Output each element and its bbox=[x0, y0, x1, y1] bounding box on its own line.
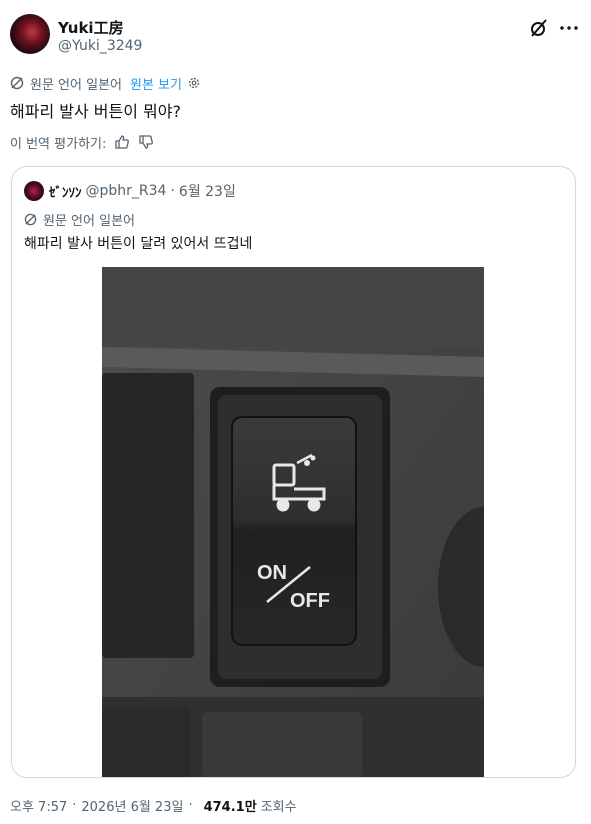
grok-icon[interactable] bbox=[529, 18, 549, 38]
quoted-translation-label: 원문 언어 일본어 bbox=[43, 213, 135, 229]
separator-dot: · bbox=[170, 183, 175, 199]
button-on-label: ON bbox=[257, 562, 287, 584]
separator-dot: · bbox=[72, 798, 77, 813]
rate-translation: 이 번역 평가하기: bbox=[10, 132, 154, 152]
switch-photo[interactable]: ON OFF bbox=[102, 267, 484, 778]
thumbs-down-icon[interactable] bbox=[138, 134, 154, 150]
tweet-footer: 오후 7:57 · 2026년 6월 23일 · 474.1만 조회수 bbox=[10, 796, 297, 815]
more-icon[interactable] bbox=[559, 18, 579, 38]
gear-icon[interactable] bbox=[187, 76, 201, 90]
author-handle[interactable]: @Yuki_3249 bbox=[58, 38, 142, 54]
quoted-translation-info: 원문 언어 일본어 bbox=[24, 210, 135, 229]
translate-icon bbox=[24, 213, 37, 225]
author-avatar[interactable] bbox=[10, 14, 50, 54]
rate-translation-label: 이 번역 평가하기: bbox=[10, 136, 107, 152]
quoted-author-avatar bbox=[24, 181, 44, 201]
views-label: 조회수 bbox=[260, 800, 297, 815]
views-count: 474.1만 bbox=[203, 800, 257, 815]
post-time[interactable]: 오후 7:57 bbox=[10, 796, 67, 815]
quoted-tweet-text: 해파리 발사 버튼이 달려 있어서 뜨겁네 bbox=[24, 236, 253, 252]
tweet-header: Yuki工房 @Yuki_3249 bbox=[10, 14, 581, 58]
translate-icon bbox=[10, 76, 24, 90]
quoted-tweet-header: ｾﾞﾝｿﾝ @pbhr_R34 · 6월 23일 bbox=[24, 180, 236, 202]
button-off-label: OFF bbox=[290, 590, 330, 612]
translation-language-label: 원문 언어 일본어 bbox=[30, 77, 122, 93]
quoted-author-handle: @pbhr_R34 bbox=[85, 183, 167, 199]
show-original-link[interactable]: 원본 보기 bbox=[130, 74, 182, 93]
translation-info: 원문 언어 일본어 원본 보기 bbox=[10, 73, 201, 93]
quoted-tweet[interactable]: ｾﾞﾝｿﾝ @pbhr_R34 · 6월 23일 원문 언어 일본어 해파리 발… bbox=[11, 166, 576, 778]
post-date[interactable]: 2026년 6월 23일 bbox=[81, 796, 183, 815]
tweet-text: 해파리 발사 버튼이 뭐야? bbox=[10, 102, 181, 121]
separator-dot: · bbox=[188, 798, 193, 813]
quoted-author-name: ｾﾞﾝｿﾝ bbox=[49, 185, 82, 201]
quoted-date: 6월 23일 bbox=[178, 184, 236, 200]
author-name[interactable]: Yuki工房 bbox=[58, 17, 124, 38]
thumbs-up-icon[interactable] bbox=[114, 134, 130, 150]
